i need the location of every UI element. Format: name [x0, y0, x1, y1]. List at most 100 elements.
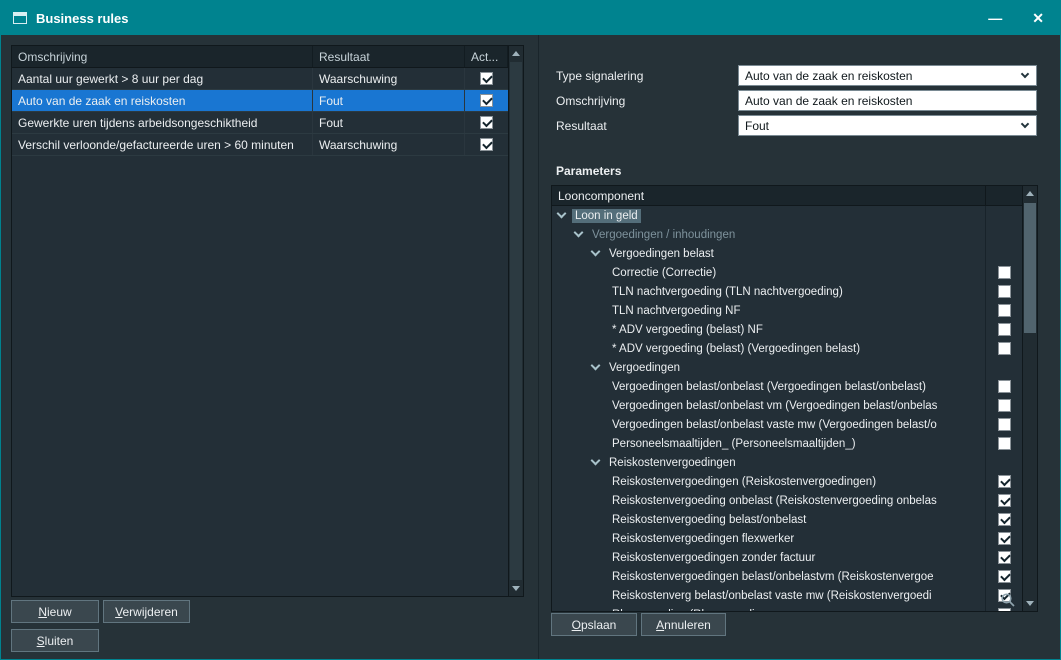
looncomponent-checkbox[interactable]	[998, 418, 1011, 431]
looncomponent-checkbox[interactable]	[998, 475, 1011, 488]
looncomponent-checkbox[interactable]	[998, 551, 1011, 564]
tree-node: Reiskostenverg belast/onbelast vaste mw …	[552, 586, 985, 605]
business-rules-window: { "window": { "title": "Business rules",…	[0, 0, 1061, 660]
actief-checkbox[interactable]	[480, 72, 493, 85]
rule-actief-cell	[465, 112, 508, 133]
rule-row[interactable]: Aantal uur gewerkt > 8 uur per dagWaarsc…	[12, 68, 508, 90]
rules-scrollbar[interactable]	[508, 46, 523, 596]
looncomponent-checkbox[interactable]	[998, 323, 1011, 336]
tree-row[interactable]: TLN nachtvergoeding NF	[552, 301, 1022, 320]
tree-check-cell	[985, 377, 1022, 396]
looncomponent-checkbox[interactable]	[998, 266, 1011, 279]
opslaan-button-label: Opslaan	[572, 618, 617, 632]
tree-scroll-up-button[interactable]	[1023, 186, 1037, 201]
column-header-actief[interactable]: Act...	[465, 46, 508, 67]
rule-resultaat: Fout	[313, 90, 465, 111]
tree-scroll-track[interactable]	[1023, 201, 1037, 596]
tree-check-cell	[985, 491, 1022, 510]
looncomponent-checkbox[interactable]	[998, 570, 1011, 583]
tree-row[interactable]: Vergoedingen / inhoudingen	[552, 225, 1022, 244]
rule-resultaat: Waarschuwing	[313, 134, 465, 155]
tree-node: Correctie (Correctie)	[552, 263, 985, 282]
verwijderen-button[interactable]: Verwijderen	[103, 600, 190, 623]
tree-row[interactable]: TLN nachtvergoeding (TLN nachtvergoeding…	[552, 282, 1022, 301]
tree-node: Reiskostenvergoedingen	[552, 453, 985, 472]
tree-row[interactable]: Vergoedingen belast	[552, 244, 1022, 263]
looncomponent-checkbox[interactable]	[998, 513, 1011, 526]
rules-table-body: Aantal uur gewerkt > 8 uur per dag Waarsc…	[12, 68, 508, 156]
tree-row[interactable]: Vergoedingen	[552, 358, 1022, 377]
rules-scroll-track[interactable]	[509, 61, 523, 581]
tree-row[interactable]: Personeelsmaaltijden_ (Personeelsmaaltij…	[552, 434, 1022, 453]
tree-check-cell	[985, 301, 1022, 320]
tree-check-cell	[985, 358, 1022, 377]
chevron-down-icon[interactable]	[591, 456, 601, 466]
scroll-up-button[interactable]	[509, 46, 523, 61]
tree-row[interactable]: Reiskostenvergoedingen zonder factuur	[552, 548, 1022, 567]
rule-actief-cell	[465, 90, 508, 111]
tree-node: Vergoedingen / inhoudingen	[552, 225, 985, 244]
tree-row[interactable]: Vergoedingen belast/onbelast vm (Vergoed…	[552, 396, 1022, 415]
tree-node-label: Reiskostenvergoedingen belast/onbelastvm…	[609, 570, 937, 584]
actief-checkbox[interactable]	[480, 116, 493, 129]
close-button[interactable]: ✕	[1028, 9, 1048, 27]
chevron-down-icon[interactable]	[591, 361, 601, 371]
looncomponent-checkbox[interactable]	[998, 494, 1011, 507]
column-header-omschrijving[interactable]: Omschrijving	[12, 46, 313, 67]
tree-row[interactable]: Reiskostenvergoeding onbelast (Reiskoste…	[552, 491, 1022, 510]
tree-column-checkbox	[985, 186, 1022, 205]
tree-row[interactable]: Rk vergoeding (Rk vergoeding	[552, 605, 1022, 611]
minimize-button[interactable]: —	[984, 9, 1006, 27]
tree-row[interactable]: Reiskostenvergoedingen flexwerker	[552, 529, 1022, 548]
omschrijving-input[interactable]	[738, 90, 1037, 111]
tree-check-cell	[985, 472, 1022, 491]
tree-row[interactable]: Reiskostenvergoedingen	[552, 453, 1022, 472]
chevron-down-icon[interactable]	[591, 247, 601, 257]
looncomponent-checkbox[interactable]	[998, 380, 1011, 393]
tree-node: Reiskostenvergoedingen zonder factuur	[552, 548, 985, 567]
sluiten-button[interactable]: Sluiten	[11, 629, 99, 652]
tree-scroll-down-button[interactable]	[1023, 596, 1037, 611]
tree-row[interactable]: Reiskostenverg belast/onbelast vaste mw …	[552, 586, 1022, 605]
actief-checkbox[interactable]	[480, 138, 493, 151]
verwijderen-button-label: Verwijderen	[115, 605, 178, 619]
tree-row[interactable]: * ADV vergoeding (belast) NF	[552, 320, 1022, 339]
chevron-down-icon[interactable]	[557, 209, 567, 219]
rule-row[interactable]: Auto van de zaak en reiskostenFout	[12, 90, 508, 112]
actief-checkbox[interactable]	[480, 94, 493, 107]
tree-row[interactable]: Reiskostenvergoedingen belast/onbelastvm…	[552, 567, 1022, 586]
resultaat-select[interactable]: Fout	[738, 115, 1037, 136]
looncomponent-checkbox[interactable]	[998, 399, 1011, 412]
looncomponent-checkbox[interactable]	[998, 304, 1011, 317]
chevron-down-icon[interactable]	[574, 228, 584, 238]
tree-column-looncomponent[interactable]: Looncomponent	[552, 186, 985, 205]
looncomponent-checkbox[interactable]	[998, 532, 1011, 545]
tree-row[interactable]: Loon in geld	[552, 206, 1022, 225]
looncomponent-checkbox[interactable]	[998, 342, 1011, 355]
rule-row[interactable]: Gewerkte uren tijdens arbeidsongeschikth…	[12, 112, 508, 134]
tree-node: * ADV vergoeding (belast) NF	[552, 320, 985, 339]
tree-row[interactable]: Vergoedingen belast/onbelast vaste mw (V…	[552, 415, 1022, 434]
tree-node: Reiskostenvergoeding onbelast (Reiskoste…	[552, 491, 985, 510]
tree-scrollbar[interactable]	[1022, 186, 1037, 611]
titlebar[interactable]: Business rules — ✕	[1, 1, 1060, 35]
tree-scroll-thumb[interactable]	[1024, 203, 1036, 333]
tree-row[interactable]: Vergoedingen belast/onbelast (Vergoeding…	[552, 377, 1022, 396]
scroll-down-button[interactable]	[509, 581, 523, 596]
rule-omschrijving: Aantal uur gewerkt > 8 uur per dag	[12, 68, 313, 89]
looncomponent-checkbox[interactable]	[998, 285, 1011, 298]
nieuw-button[interactable]: Nieuw	[11, 600, 99, 623]
opslaan-button[interactable]: Opslaan	[551, 613, 637, 636]
scroll-down-icon	[512, 586, 520, 591]
annuleren-button[interactable]: Annuleren	[641, 613, 726, 636]
tree-row[interactable]: Reiskostenvergoeding belast/onbelast	[552, 510, 1022, 529]
type-signalering-select[interactable]: Auto van de zaak en reiskosten	[738, 65, 1037, 86]
looncomponent-checkbox[interactable]	[998, 437, 1011, 450]
rule-row[interactable]: Verschil verloonde/gefactureerde uren > …	[12, 134, 508, 156]
tree-row[interactable]: * ADV vergoeding (belast) (Vergoedingen …	[552, 339, 1022, 358]
tree-row[interactable]: Reiskostenvergoedingen (Reiskostenvergoe…	[552, 472, 1022, 491]
rules-scroll-thumb[interactable]	[510, 62, 522, 580]
tree-row[interactable]: Correctie (Correctie)	[552, 263, 1022, 282]
column-header-resultaat[interactable]: Resultaat	[313, 46, 465, 67]
search-icon[interactable]	[999, 591, 1017, 609]
